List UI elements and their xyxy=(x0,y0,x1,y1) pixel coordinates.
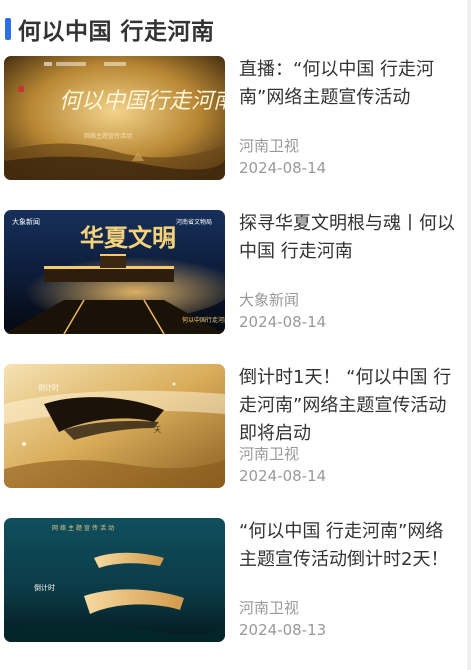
news-date: 2024-08-13 xyxy=(239,621,327,639)
news-source: 大象新闻 xyxy=(239,291,300,309)
news-date: 2024-08-14 xyxy=(239,467,327,485)
thumb-logo-left: 大象新闻 xyxy=(12,217,40,226)
thumb-logo-right: 河南省文物局 xyxy=(176,218,212,226)
thumbnail-image: 倒计时 天 xyxy=(4,364,225,488)
news-title-link[interactable]: “何以中国 行走河南”网络主题宣传活动倒计时2天！ xyxy=(239,518,457,574)
news-source: 河南卫视 xyxy=(239,599,300,617)
news-thumbnail[interactable]: 何以中国行走河南 网络主题宣传活动 xyxy=(4,56,225,180)
news-thumbnail[interactable]: 网络主题宣传活动 倒计时 xyxy=(4,518,225,642)
thumb-suffix: 根 xyxy=(164,234,174,247)
news-item[interactable]: 网络主题宣传活动 倒计时 “何以中国 行走河南”网络主题宣传活动倒计时2天！ 河… xyxy=(0,518,460,646)
scrollbar-track[interactable] xyxy=(467,0,471,670)
news-date: 2024-08-14 xyxy=(239,313,327,331)
thumbnail-image: 网络主题宣传活动 倒计时 xyxy=(4,518,225,642)
thumb-corner-text: 何以中国行走河南 xyxy=(182,316,225,324)
thumbnail-image: 大象新闻 河南省文物局 华夏文明 根 何以中国行走河南 xyxy=(4,210,225,334)
news-date: 2024-08-14 xyxy=(239,159,327,177)
thumbnail-image: 何以中国行走河南 网络主题宣传活动 xyxy=(4,56,225,180)
news-title-link[interactable]: 探寻华夏文明根与魂丨何以中国 行走河南 xyxy=(239,210,457,266)
news-item[interactable]: 大象新闻 河南省文物局 华夏文明 根 何以中国行走河南 探寻华夏文明根与魂丨何以… xyxy=(0,210,460,338)
thumb-caption: 网络主题宣传活动 xyxy=(84,132,132,140)
thumb-label: 倒计时 xyxy=(38,383,59,392)
section-header: 何以中国 行走河南 xyxy=(0,10,460,46)
thumb-caption: 网络主题宣传活动 xyxy=(52,524,116,532)
thumb-label: 倒计时 xyxy=(34,583,55,592)
news-title-link[interactable]: 倒计时1天！ “何以中国 行走河南”网络主题宣传活动即将启动 xyxy=(239,364,457,448)
news-source: 河南卫视 xyxy=(239,137,300,155)
thumb-calligraphy: 何以中国行走河南 xyxy=(59,89,225,114)
section-title: 何以中国 行走河南 xyxy=(18,19,215,45)
thumb-suffix: 天 xyxy=(154,426,161,434)
section-accent-bar xyxy=(5,18,11,40)
news-source: 河南卫视 xyxy=(239,445,300,463)
thumb-calligraphy: 华夏文明 xyxy=(80,223,176,252)
news-item[interactable]: 倒计时 天 倒计时1天！ “何以中国 行走河南”网络主题宣传活动即将启动 河南卫… xyxy=(0,364,460,492)
news-item[interactable]: 何以中国行走河南 网络主题宣传活动 直播：“何以中国 行走河南”网络主题宣传活动… xyxy=(0,56,460,184)
news-thumbnail[interactable]: 倒计时 天 xyxy=(4,364,225,488)
news-title-link[interactable]: 直播：“何以中国 行走河南”网络主题宣传活动 xyxy=(239,56,457,112)
news-thumbnail[interactable]: 大象新闻 河南省文物局 华夏文明 根 何以中国行走河南 xyxy=(4,210,225,334)
